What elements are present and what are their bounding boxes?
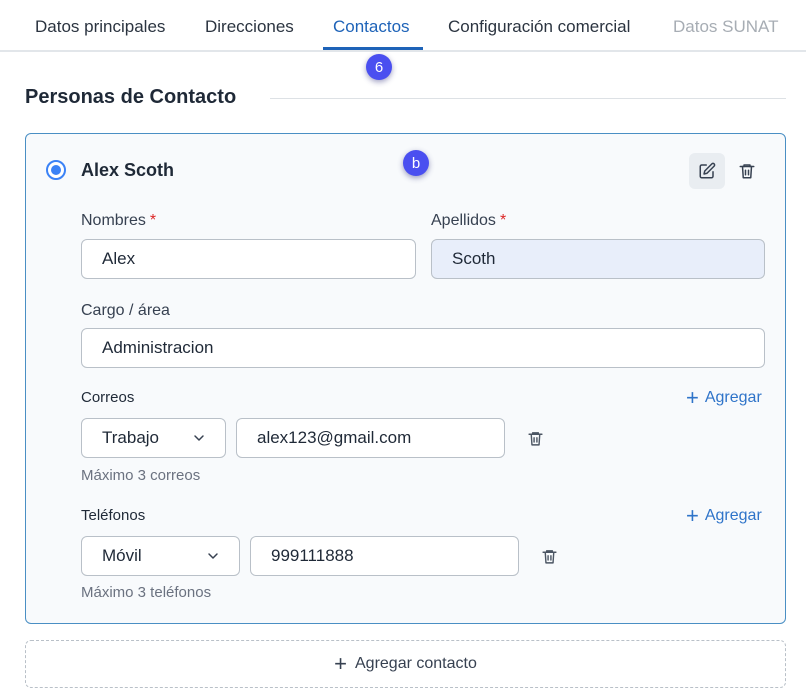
nombres-label: Nombres * bbox=[81, 212, 157, 229]
telefonos-label: Teléfonos bbox=[81, 507, 146, 524]
trash-icon bbox=[739, 164, 755, 179]
apellidos-input[interactable]: Scoth bbox=[431, 239, 765, 279]
edit-contact-button[interactable] bbox=[689, 153, 725, 189]
section-divider bbox=[270, 98, 786, 99]
required-mark: * bbox=[499, 212, 507, 229]
add-contact-button[interactable]: + Agregar contacto bbox=[25, 640, 786, 688]
required-mark: * bbox=[149, 212, 157, 229]
add-phone-button[interactable]: + Agregar bbox=[686, 505, 762, 527]
cargo-input[interactable]: Administracion bbox=[81, 328, 765, 368]
delete-email-button[interactable] bbox=[523, 426, 547, 450]
tab-bar: Datos principales Direcciones Contactos … bbox=[0, 0, 806, 52]
phone-input[interactable]: 999111888 bbox=[250, 536, 519, 576]
trash-icon bbox=[541, 549, 557, 564]
email-input[interactable]: alex123@gmail.com bbox=[236, 418, 505, 458]
tab-direcciones[interactable]: Direcciones bbox=[205, 17, 294, 37]
plus-icon: + bbox=[686, 503, 699, 528]
tab-datos-principales[interactable]: Datos principales bbox=[35, 17, 165, 37]
apellidos-label: Apellidos * bbox=[431, 212, 507, 229]
trash-icon bbox=[527, 431, 543, 446]
email-hint: Máximo 3 correos bbox=[81, 467, 201, 484]
chevron-down-icon bbox=[208, 553, 218, 559]
tab-configuracion-comercial[interactable]: Configuración comercial bbox=[448, 17, 630, 37]
active-tab-indicator bbox=[323, 47, 423, 50]
annotation-marker-tab: 6 bbox=[366, 54, 392, 80]
cargo-label: Cargo / área bbox=[81, 302, 170, 319]
plus-icon: + bbox=[334, 651, 347, 676]
annotation-marker-card: b bbox=[403, 150, 429, 176]
phone-type-select[interactable]: Móvil bbox=[81, 536, 240, 576]
edit-icon bbox=[699, 162, 716, 179]
plus-icon: + bbox=[686, 385, 699, 410]
correos-label: Correos bbox=[81, 389, 135, 406]
tab-contactos[interactable]: Contactos bbox=[333, 17, 410, 37]
section-title: Personas de Contacto bbox=[25, 86, 237, 108]
email-type-select[interactable]: Trabajo bbox=[81, 418, 226, 458]
add-email-button[interactable]: + Agregar bbox=[686, 387, 762, 409]
contact-select-radio[interactable] bbox=[46, 160, 66, 180]
phone-hint: Máximo 3 teléfonos bbox=[81, 584, 212, 601]
tab-datos-sunat: Datos SUNAT bbox=[673, 17, 779, 36]
delete-phone-button[interactable] bbox=[537, 544, 561, 568]
contact-name: Alex Scoth bbox=[81, 160, 175, 180]
chevron-down-icon bbox=[194, 435, 204, 441]
nombres-input[interactable]: Alex bbox=[81, 239, 416, 279]
delete-contact-button[interactable] bbox=[729, 153, 765, 189]
